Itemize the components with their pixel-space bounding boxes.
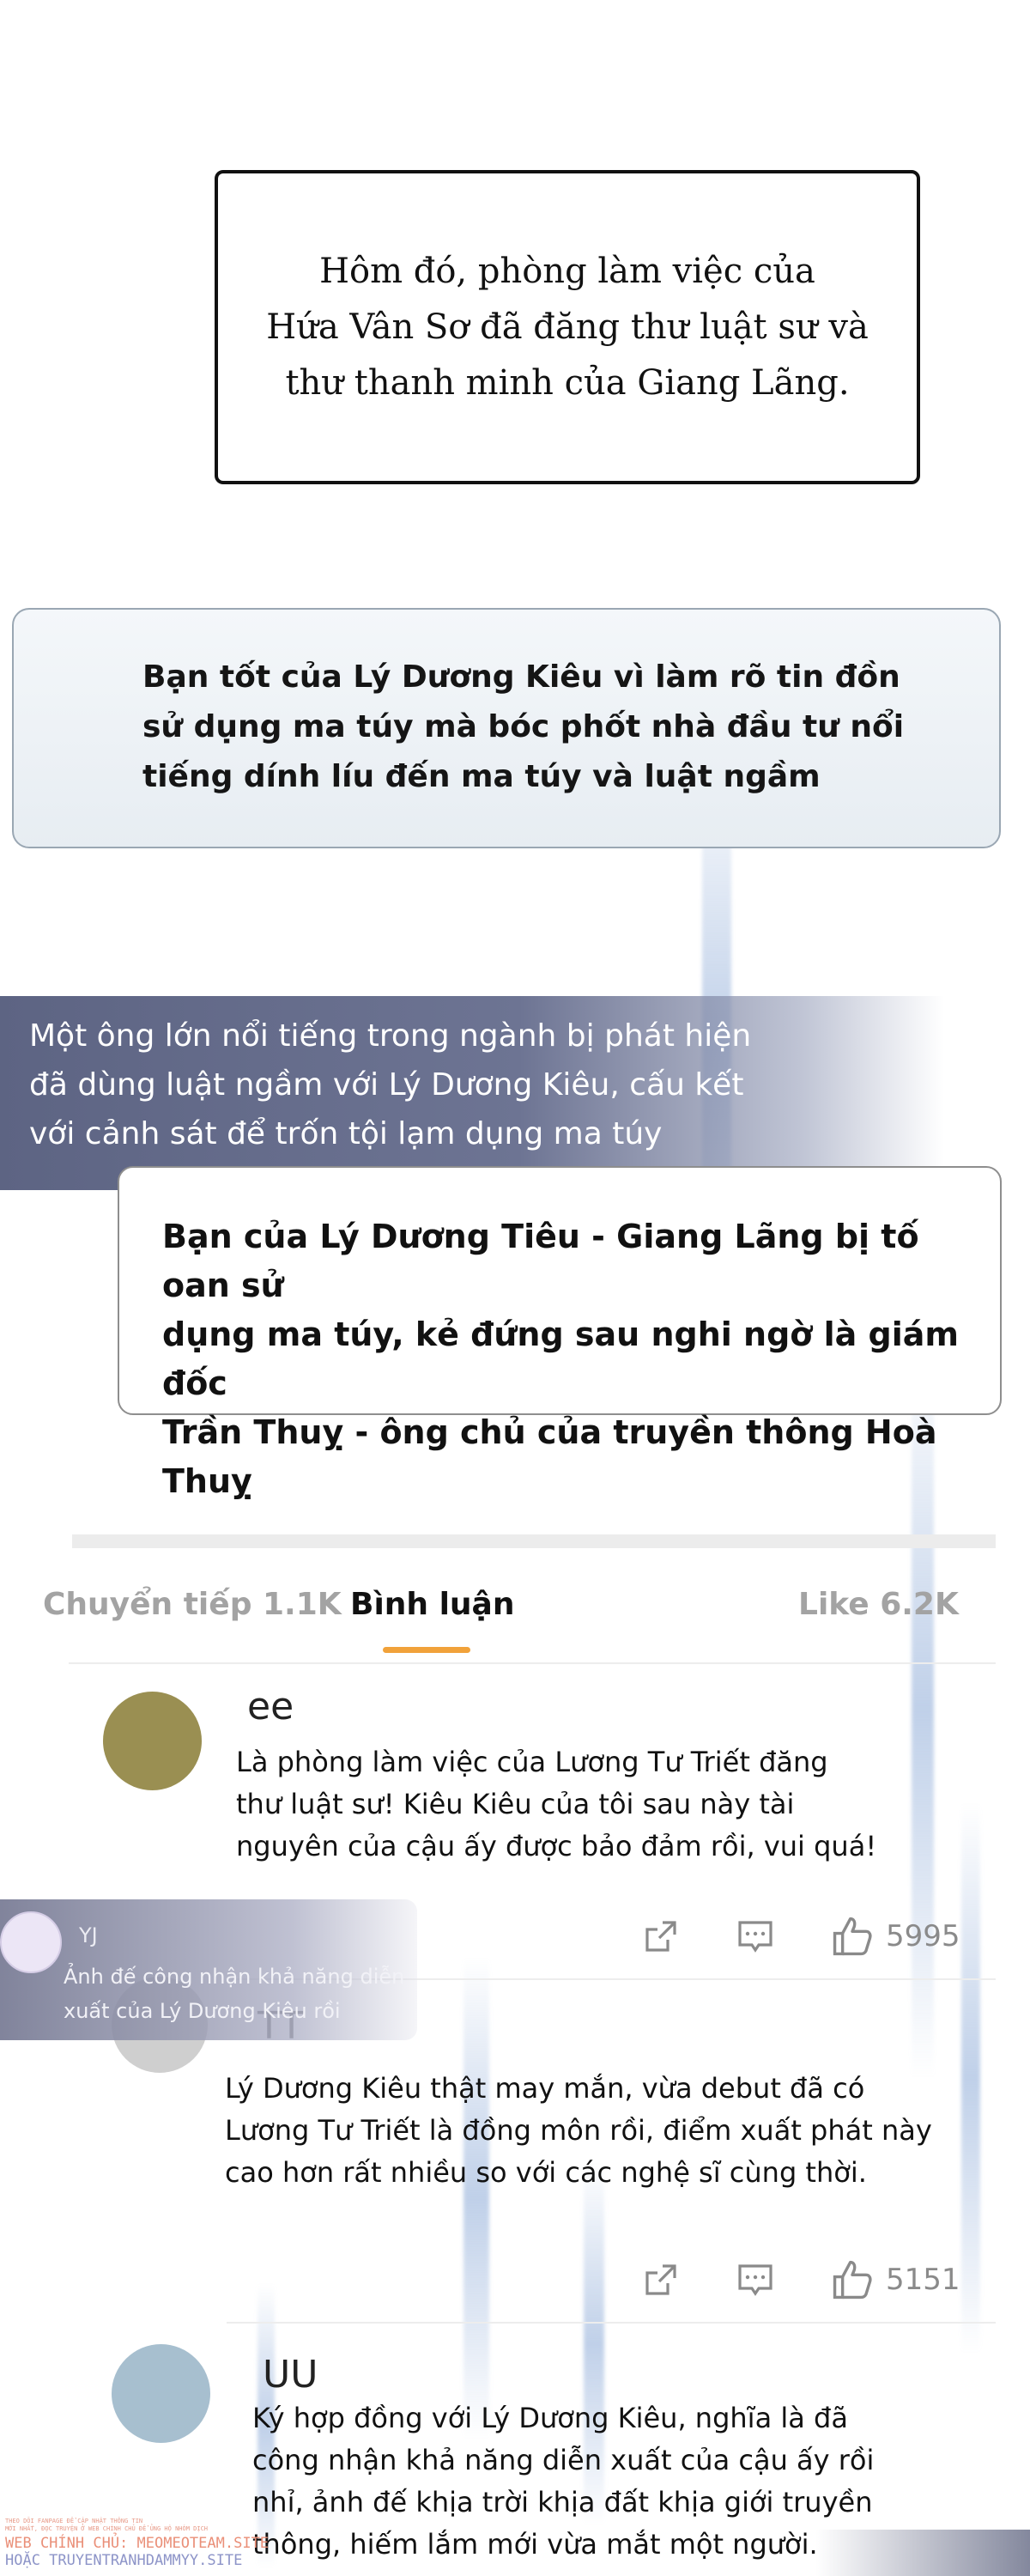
post-divider — [72, 1534, 996, 1548]
avatar[interactable] — [103, 1692, 202, 1790]
comment-line: thư luật sư! Kiêu Kiêu của tôi sau này t… — [236, 1788, 795, 1820]
comment-text: Là phòng làm việc của Lương Tư Triết đăn… — [236, 1741, 876, 1868]
comment-line: Lý Dương Kiêu thật may mắn, vừa debut đã… — [225, 2072, 865, 2105]
tab-forward[interactable]: Chuyển tiếp 1.1K — [43, 1587, 342, 1622]
headline-line: đã dùng luật ngầm với Lý Dương Kiêu, cấu… — [29, 1067, 744, 1103]
narration-line: thư thanh minh của Giang Lãng. — [285, 362, 850, 403]
avatar[interactable] — [112, 2344, 210, 2443]
avatar — [0, 1911, 62, 1973]
comment-line: Là phòng làm việc của Lương Tư Triết đăn… — [236, 1746, 828, 1778]
decorative-strip — [815, 2530, 1030, 2576]
headline-line: Trần Thuỵ - ông chủ của truyền thông Hoà… — [162, 1413, 937, 1500]
notification-card[interactable]: YJ Ảnh đế công nhận khả năng diễn xuất c… — [0, 1899, 417, 2040]
narration-box: Hôm đó, phòng làm việc của Hứa Vân Sơ đã… — [215, 170, 920, 484]
headline-line: với cảnh sát để trốn tội lạm dụng ma túy — [29, 1116, 663, 1151]
notification-username: YJ — [79, 1923, 98, 1947]
comment-actions: 5151 — [642, 2258, 960, 2301]
watermark-small-text: THEO DÕI FANPAGE ĐỂ CẬP NHẬT THÔNG TIN — [5, 2518, 143, 2524]
narration-line: Hôm đó, phòng làm việc của — [319, 251, 815, 291]
news-headline-box: Bạn tốt của Lý Dương Kiêu vì làm rõ tin … — [12, 608, 1001, 848]
share-icon[interactable] — [642, 1917, 680, 1955]
narration-text: Hôm đó, phòng làm việc của Hứa Vân Sơ đã… — [266, 244, 869, 411]
comment-line: nguyên của cậu ấy được bảo đảm rồi, vui … — [236, 1830, 877, 1862]
comment-line: Ký hợp đồng với Lý Dương Kiêu, nghĩa là … — [252, 2402, 848, 2434]
watermark-site-text: HOẶC TRUYENTRANHDAMMYY.SITE — [5, 2552, 243, 2569]
decorative-streak — [464, 1958, 489, 2439]
tabs-separator — [69, 1662, 996, 1664]
narration-line: Hứa Vân Sơ đã đăng thư luật sư và — [266, 307, 869, 347]
comment-line: Lương Tư Triết là đồng môn rồi, điểm xuấ… — [225, 2114, 932, 2147]
notification-text: Ảnh đế công nhận khả năng diễn xuất của … — [64, 1959, 424, 2028]
comment-line: cao hơn rất nhiều so với các nghệ sĩ cùn… — [225, 2156, 867, 2189]
news-headline-banner: Một ông lớn nổi tiếng trong ngành bị phá… — [0, 996, 944, 1190]
like-count: 5995 — [886, 1919, 960, 1953]
like-count: 5151 — [886, 2263, 960, 2297]
tab-comments[interactable]: Bình luận — [350, 1587, 514, 1622]
share-icon[interactable] — [642, 2261, 680, 2299]
comment-icon[interactable] — [736, 1917, 774, 1955]
comment-line: nhỉ, ảnh đế khịa trời khịa đất khịa giới… — [252, 2486, 873, 2518]
comment-icon[interactable] — [736, 2261, 774, 2299]
decorative-streak — [961, 1803, 980, 2353]
news-headline-card: Bạn của Lý Dương Tiêu - Giang Lãng bị tố… — [118, 1166, 1002, 1500]
notification-line: Ảnh đế công nhận khả năng diễn — [64, 1965, 405, 1989]
notification-line: xuất của Lý Dương Kiêu rồi — [64, 1999, 341, 2023]
comment-separator — [227, 2322, 996, 2324]
like-icon[interactable] — [831, 2258, 874, 2301]
like-icon[interactable] — [831, 1915, 874, 1958]
active-tab-indicator — [383, 1647, 470, 1653]
comment-actions: 5995 — [642, 1915, 960, 1958]
headline-line: Một ông lớn nổi tiếng trong ngành bị phá… — [29, 1018, 752, 1054]
headline-line: Bạn tốt của Lý Dương Kiêu vì làm rõ tin … — [142, 659, 900, 695]
post-tabs: Chuyển tiếp 1.1K Bình luận Like 6.2K — [0, 1580, 1030, 1657]
tab-like[interactable]: Like 6.2K — [798, 1587, 959, 1622]
watermark-small-text: MỚI NHẤT, ĐỌC TRUYỆN Ở WEB CHÍNH CHỦ ĐỂ … — [5, 2525, 209, 2532]
headline-line: sử dụng ma túy mà bóc phốt nhà đầu tư nổ… — [142, 709, 905, 744]
comment-username[interactable]: UU — [263, 2353, 318, 2397]
headline-line: Bạn của Lý Dương Tiêu - Giang Lãng bị tố… — [162, 1218, 919, 1304]
comment-username[interactable]: ee — [247, 1685, 294, 1728]
headline-line: dụng ma túy, kẻ đứng sau nghi ngờ là giá… — [162, 1315, 959, 1402]
comment-line: công nhận khả năng diễn xuất của cậu ấy … — [252, 2444, 875, 2476]
comment-text: Lý Dương Kiêu thật may mắn, vừa debut đã… — [225, 2068, 932, 2194]
comment-line: thông, hiếm lắm mới vừa mắt một người. — [252, 2528, 818, 2561]
comment-text: Ký hợp đồng với Lý Dương Kiêu, nghĩa là … — [252, 2397, 874, 2566]
watermark-main-text: WEB CHÍNH CHỦ: MEOMEOTEAM.SITE — [5, 2535, 270, 2552]
headline-line: tiếng dính líu đến ma túy và luật ngầm — [142, 759, 821, 794]
